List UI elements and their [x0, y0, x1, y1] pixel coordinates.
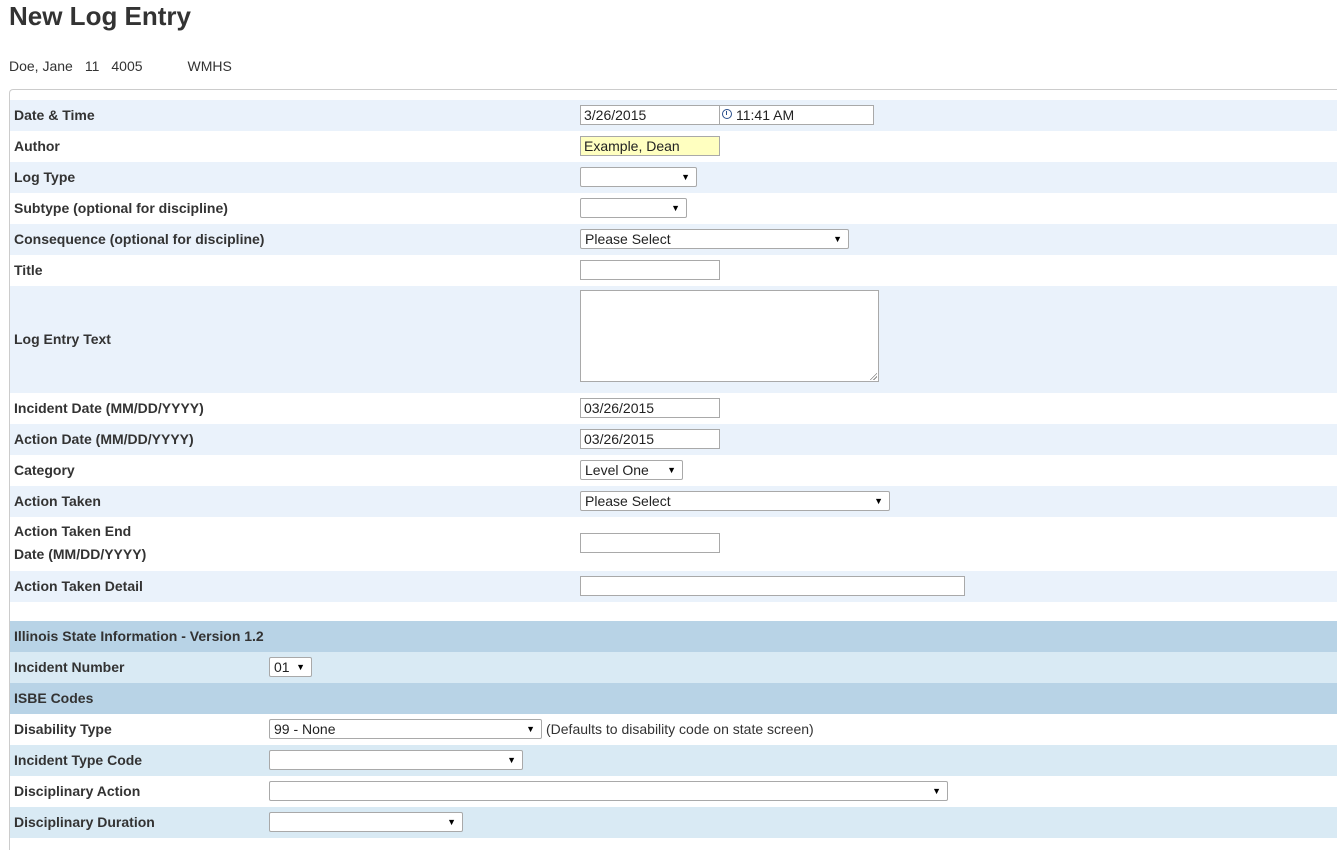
action-taken-end-date-input[interactable] — [580, 533, 720, 553]
action-taken-detail-label: Action Taken Detail — [14, 578, 143, 594]
clock-icon[interactable] — [722, 109, 732, 119]
action-date-input[interactable]: 03/26/2015 — [580, 429, 720, 449]
disciplinary-duration-label: Disciplinary Duration — [14, 814, 155, 830]
dropdown-arrow-icon: ▼ — [507, 755, 516, 765]
action-date-value: 03/26/2015 — [584, 431, 655, 447]
student-grade: 11 — [84, 58, 100, 74]
row-disability-type: Disability Type 99 - None ▼ (Defaults to … — [10, 714, 1337, 745]
action-date-label: Action Date (MM/DD/YYYY) — [14, 431, 194, 447]
row-incident-number: Incident Number 01 ▼ — [10, 652, 1337, 683]
disciplinary-action-select[interactable]: ▼ — [269, 781, 948, 801]
action-taken-select[interactable]: Please Select ▼ — [580, 491, 890, 511]
dropdown-arrow-icon: ▼ — [526, 724, 535, 734]
consequence-select[interactable]: Please Select ▼ — [580, 229, 849, 249]
incident-date-label: Incident Date (MM/DD/YYYY) — [14, 400, 204, 416]
row-action-date: Action Date (MM/DD/YYYY) 03/26/2015 — [10, 424, 1337, 455]
state-section-title: Illinois State Information - Version 1.2 — [14, 628, 264, 644]
log-type-label: Log Type — [14, 169, 76, 185]
incident-type-code-label: Incident Type Code — [14, 752, 143, 768]
row-action-taken-detail: Action Taken Detail — [10, 571, 1337, 602]
dropdown-arrow-icon: ▼ — [681, 172, 690, 182]
student-id: 4005 — [111, 58, 143, 74]
disability-type-value: 99 - None — [274, 721, 336, 737]
dropdown-arrow-icon: ▼ — [833, 234, 842, 244]
row-consequence: Consequence (optional for discipline) Pl… — [10, 224, 1337, 255]
title-label: Title — [14, 262, 43, 278]
log-type-select[interactable]: ▼ — [580, 167, 697, 187]
row-subtype: Subtype (optional for discipline) ▼ — [10, 193, 1337, 224]
isbe-codes-title: ISBE Codes — [14, 690, 94, 706]
category-label: Category — [14, 462, 75, 478]
time-input-value: 11:41 AM — [736, 107, 795, 123]
author-input[interactable]: Example, Dean — [580, 136, 720, 156]
student-info: Doe, Jane 11 4005 WMHS — [9, 58, 232, 74]
time-input[interactable]: 11:41 AM — [719, 105, 874, 125]
resize-grip-icon[interactable] — [869, 372, 877, 380]
incident-date-input[interactable]: 03/26/2015 — [580, 398, 720, 418]
author-label: Author — [14, 138, 60, 154]
subtype-label: Subtype (optional for discipline) — [14, 200, 228, 216]
row-date-time: Date & Time 3/26/2015 11:41 AM — [10, 100, 1337, 131]
consequence-label: Consequence (optional for discipline) — [14, 231, 265, 247]
action-taken-detail-input[interactable] — [580, 576, 965, 596]
category-select[interactable]: Level One ▼ — [580, 460, 683, 480]
student-name: Doe, Jane — [9, 58, 73, 74]
action-taken-end-date-label-line2: Date (MM/DD/YYYY) — [14, 546, 147, 562]
incident-date-value: 03/26/2015 — [584, 400, 655, 416]
title-input[interactable] — [580, 260, 720, 280]
student-school: WMHS — [187, 58, 232, 74]
disability-type-note: (Defaults to disability code on state sc… — [546, 721, 814, 737]
disciplinary-action-label: Disciplinary Action — [14, 783, 141, 799]
row-category: Category Level One ▼ — [10, 455, 1337, 486]
incident-number-value: 01 — [274, 659, 290, 675]
action-taken-label: Action Taken — [14, 493, 101, 509]
dropdown-arrow-icon: ▼ — [874, 496, 883, 506]
author-value: Example, Dean — [584, 138, 680, 154]
disability-type-label: Disability Type — [14, 721, 112, 737]
row-action-taken: Action Taken Please Select ▼ — [10, 486, 1337, 517]
row-disciplinary-duration: Disciplinary Duration ▼ — [10, 807, 1337, 838]
log-entry-text-label: Log Entry Text — [14, 331, 111, 347]
date-input[interactable]: 3/26/2015 — [580, 105, 720, 125]
row-incident-date: Incident Date (MM/DD/YYYY) 03/26/2015 — [10, 393, 1337, 424]
log-entry-textarea[interactable] — [580, 290, 879, 382]
state-section-header: Illinois State Information - Version 1.2 — [10, 621, 1337, 652]
subtype-select[interactable]: ▼ — [580, 198, 687, 218]
consequence-value: Please Select — [585, 231, 671, 247]
action-taken-end-date-label-line1: Action Taken End — [14, 523, 132, 539]
incident-number-select[interactable]: 01 ▼ — [269, 657, 312, 677]
dropdown-arrow-icon: ▼ — [932, 786, 941, 796]
row-action-taken-end-date: Action Taken End Date (MM/DD/YYYY) — [10, 517, 1337, 571]
dropdown-arrow-icon: ▼ — [447, 817, 456, 827]
page-title: New Log Entry — [9, 1, 192, 31]
incident-number-label: Incident Number — [14, 659, 125, 675]
row-log-type: Log Type ▼ — [10, 162, 1337, 193]
dropdown-arrow-icon: ▼ — [296, 662, 305, 672]
category-value: Level One — [585, 462, 649, 478]
row-incident-type-code: Incident Type Code ▼ — [10, 745, 1337, 776]
action-taken-value: Please Select — [585, 493, 671, 509]
row-disciplinary-action: Disciplinary Action ▼ — [10, 776, 1337, 807]
dropdown-arrow-icon: ▼ — [667, 465, 676, 475]
date-input-value: 3/26/2015 — [584, 107, 647, 123]
dropdown-arrow-icon: ▼ — [671, 203, 680, 213]
row-log-entry-text: Log Entry Text — [10, 286, 1337, 393]
row-title: Title — [10, 255, 1337, 286]
isbe-codes-header: ISBE Codes — [10, 683, 1337, 714]
disability-type-select[interactable]: 99 - None ▼ — [269, 719, 542, 739]
incident-type-code-select[interactable]: ▼ — [269, 750, 523, 770]
date-time-label: Date & Time — [14, 107, 95, 123]
row-author: Author Example, Dean — [10, 131, 1337, 162]
disciplinary-duration-select[interactable]: ▼ — [269, 812, 463, 832]
